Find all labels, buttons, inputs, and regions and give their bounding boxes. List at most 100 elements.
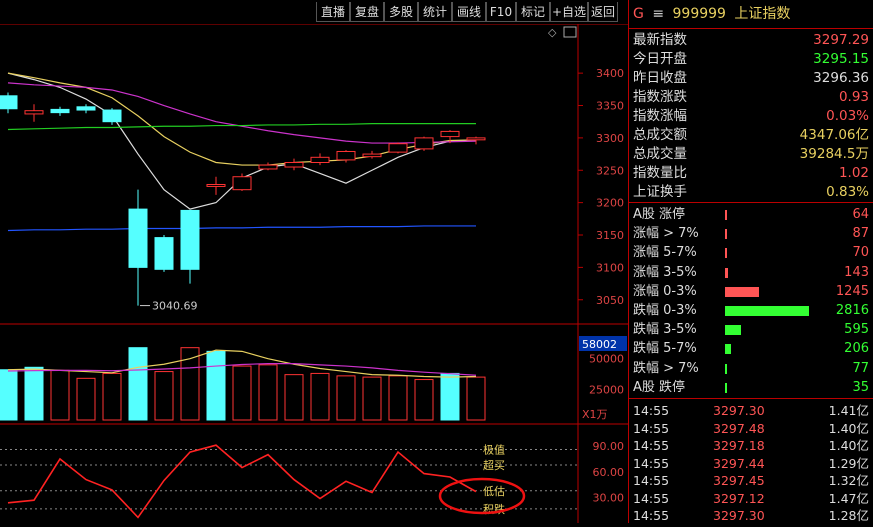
breadth-bar xyxy=(725,286,759,297)
tick-volume: 1.40亿 xyxy=(828,438,869,453)
quote-value: 39284.5万 xyxy=(799,146,869,162)
quote-row: 指数涨幅 0.03% xyxy=(633,107,869,126)
tick-time: 14:55 xyxy=(633,490,670,506)
candle-body xyxy=(24,110,44,115)
menu-icon[interactable]: ≡ xyxy=(652,6,664,22)
quote-row: 指数涨跌 0.93 xyxy=(633,88,869,107)
tick-time: 14:55 xyxy=(633,473,670,488)
oscillator-line xyxy=(7,444,477,519)
tick-volume: 1.28亿 xyxy=(828,508,869,523)
volume-bar xyxy=(76,377,96,421)
quote-label: 最新指数 xyxy=(633,32,687,48)
mark-button[interactable]: 标记 xyxy=(516,2,550,22)
tick-price: 3297.12 xyxy=(713,490,765,506)
tick-time: 14:55 xyxy=(633,420,670,436)
moving-average-line xyxy=(7,82,477,144)
breadth-row: 跌幅 5-7% 206 xyxy=(633,339,869,358)
quote-label: 今日开盘 xyxy=(633,51,687,67)
divider xyxy=(629,202,873,203)
breadth-row: 涨幅 > 7% 87 xyxy=(633,224,869,243)
volume-bar xyxy=(0,369,18,421)
breadth-bar xyxy=(725,325,742,336)
candle-body xyxy=(154,237,174,270)
oscillator-tick-label: 60.00 xyxy=(593,466,625,479)
candle-body xyxy=(310,156,330,163)
candle-body xyxy=(206,184,226,187)
tick-time: 14:55 xyxy=(633,508,670,523)
tick-row: 14:55 3297.45 1.32亿 xyxy=(633,472,869,490)
price-tick-label: 3100 xyxy=(596,261,624,274)
reference-label: 极值 xyxy=(483,442,505,456)
chart-area[interactable]: ◇ 3400 3350 3300 3250 3200 3150 3100 3050 3040.69… xyxy=(0,23,628,523)
stats-button[interactable]: 统计 xyxy=(418,2,452,22)
breadth-bar xyxy=(725,248,727,259)
draw-button[interactable]: 画线 xyxy=(452,2,486,22)
add-watchlist-button[interactable]: +自选 xyxy=(550,2,588,22)
breadth-value: 1245 xyxy=(835,283,869,299)
tick-volume: 1.40亿 xyxy=(828,420,869,436)
tick-time: 14:55 xyxy=(633,455,670,471)
breadth-value: 87 xyxy=(852,226,869,242)
oscillator-tick-label: 90.00 xyxy=(593,440,625,453)
breadth-bar xyxy=(725,344,732,355)
candle-body xyxy=(102,109,122,123)
quote-label: 指数涨幅 xyxy=(633,108,687,124)
volume-unit-label: X1万 xyxy=(582,408,608,421)
replay-button[interactable]: 复盘 xyxy=(350,2,384,22)
multi-stock-button[interactable]: 多股 xyxy=(384,2,418,22)
quote-header: G ≡ 999999 上证指数 xyxy=(633,3,790,25)
volume-bar xyxy=(336,375,356,421)
candle-body xyxy=(336,150,356,161)
kline-chart-svg[interactable]: ◇ 3400 3350 3300 3250 3200 3150 3100 3050 3040.69… xyxy=(0,23,628,523)
breadth-value: 70 xyxy=(852,245,869,261)
volume-tick-label: 25000 xyxy=(589,383,624,396)
breadth-row: 跌幅 3-5% 595 xyxy=(633,320,869,339)
tick-row: 14:55 3297.48 1.40亿 xyxy=(633,420,869,438)
candle-body xyxy=(258,164,278,170)
quote-value: 3296.36 xyxy=(813,70,869,86)
tick-row: 14:55 3297.12 1.47亿 xyxy=(633,490,869,508)
breadth-bar xyxy=(725,267,728,278)
price-tick-label: 3150 xyxy=(596,229,624,242)
low-price-label: 3040.69 xyxy=(152,300,198,313)
breadth-bar xyxy=(725,306,810,316)
quote-panel: G ≡ 999999 上证指数 最新指数 3297.29 今日开盘 3295.15 昨日… xyxy=(628,0,873,523)
breadth-value: 77 xyxy=(852,360,869,376)
f10-button[interactable]: F10 xyxy=(486,2,516,22)
volume-max-label: 58002 xyxy=(582,338,617,351)
volume-bar xyxy=(232,365,252,421)
volume-bar xyxy=(388,375,408,421)
reference-label: 超买 xyxy=(483,458,505,472)
price-tick-label: 3300 xyxy=(596,132,624,145)
volume-bar xyxy=(414,379,434,421)
price-tick-label: 3200 xyxy=(596,197,624,210)
breadth-label: 跌幅 0-3% xyxy=(633,303,697,318)
breadth-value: 206 xyxy=(844,341,869,357)
tick-volume: 1.32亿 xyxy=(828,473,869,488)
volume-bar xyxy=(466,376,486,421)
volume-bar xyxy=(102,372,122,421)
reference-label: 低估 xyxy=(483,485,505,498)
volume-bar xyxy=(24,366,44,421)
tick-row: 14:55 3297.44 1.29亿 xyxy=(633,455,869,473)
back-button[interactable]: 返回 xyxy=(588,2,618,22)
volume-tick-label: 50000 xyxy=(589,353,624,366)
quote-row: 今日开盘 3295.15 xyxy=(633,50,869,69)
candle-body xyxy=(128,208,148,268)
live-button[interactable]: 直播 xyxy=(316,2,350,22)
quote-value: 0.93 xyxy=(838,89,869,105)
tick-time: 14:55 xyxy=(633,403,670,418)
breadth-row: 涨幅 3-5% 143 xyxy=(633,263,869,282)
candle-body xyxy=(180,209,200,270)
tick-price: 3297.30 xyxy=(713,403,765,418)
moving-average-line xyxy=(7,225,476,232)
volume-bar xyxy=(284,374,304,421)
candle-body xyxy=(50,108,70,114)
breadth-bar xyxy=(725,382,727,393)
breadth-row: 跌幅 0-3% 2816 xyxy=(633,301,869,320)
tick-volume: 1.41亿 xyxy=(828,403,869,418)
quote-label: 总成交量 xyxy=(633,146,687,162)
divider xyxy=(629,398,873,399)
breadth-value: 35 xyxy=(852,379,869,395)
breadth-bar xyxy=(725,210,727,220)
